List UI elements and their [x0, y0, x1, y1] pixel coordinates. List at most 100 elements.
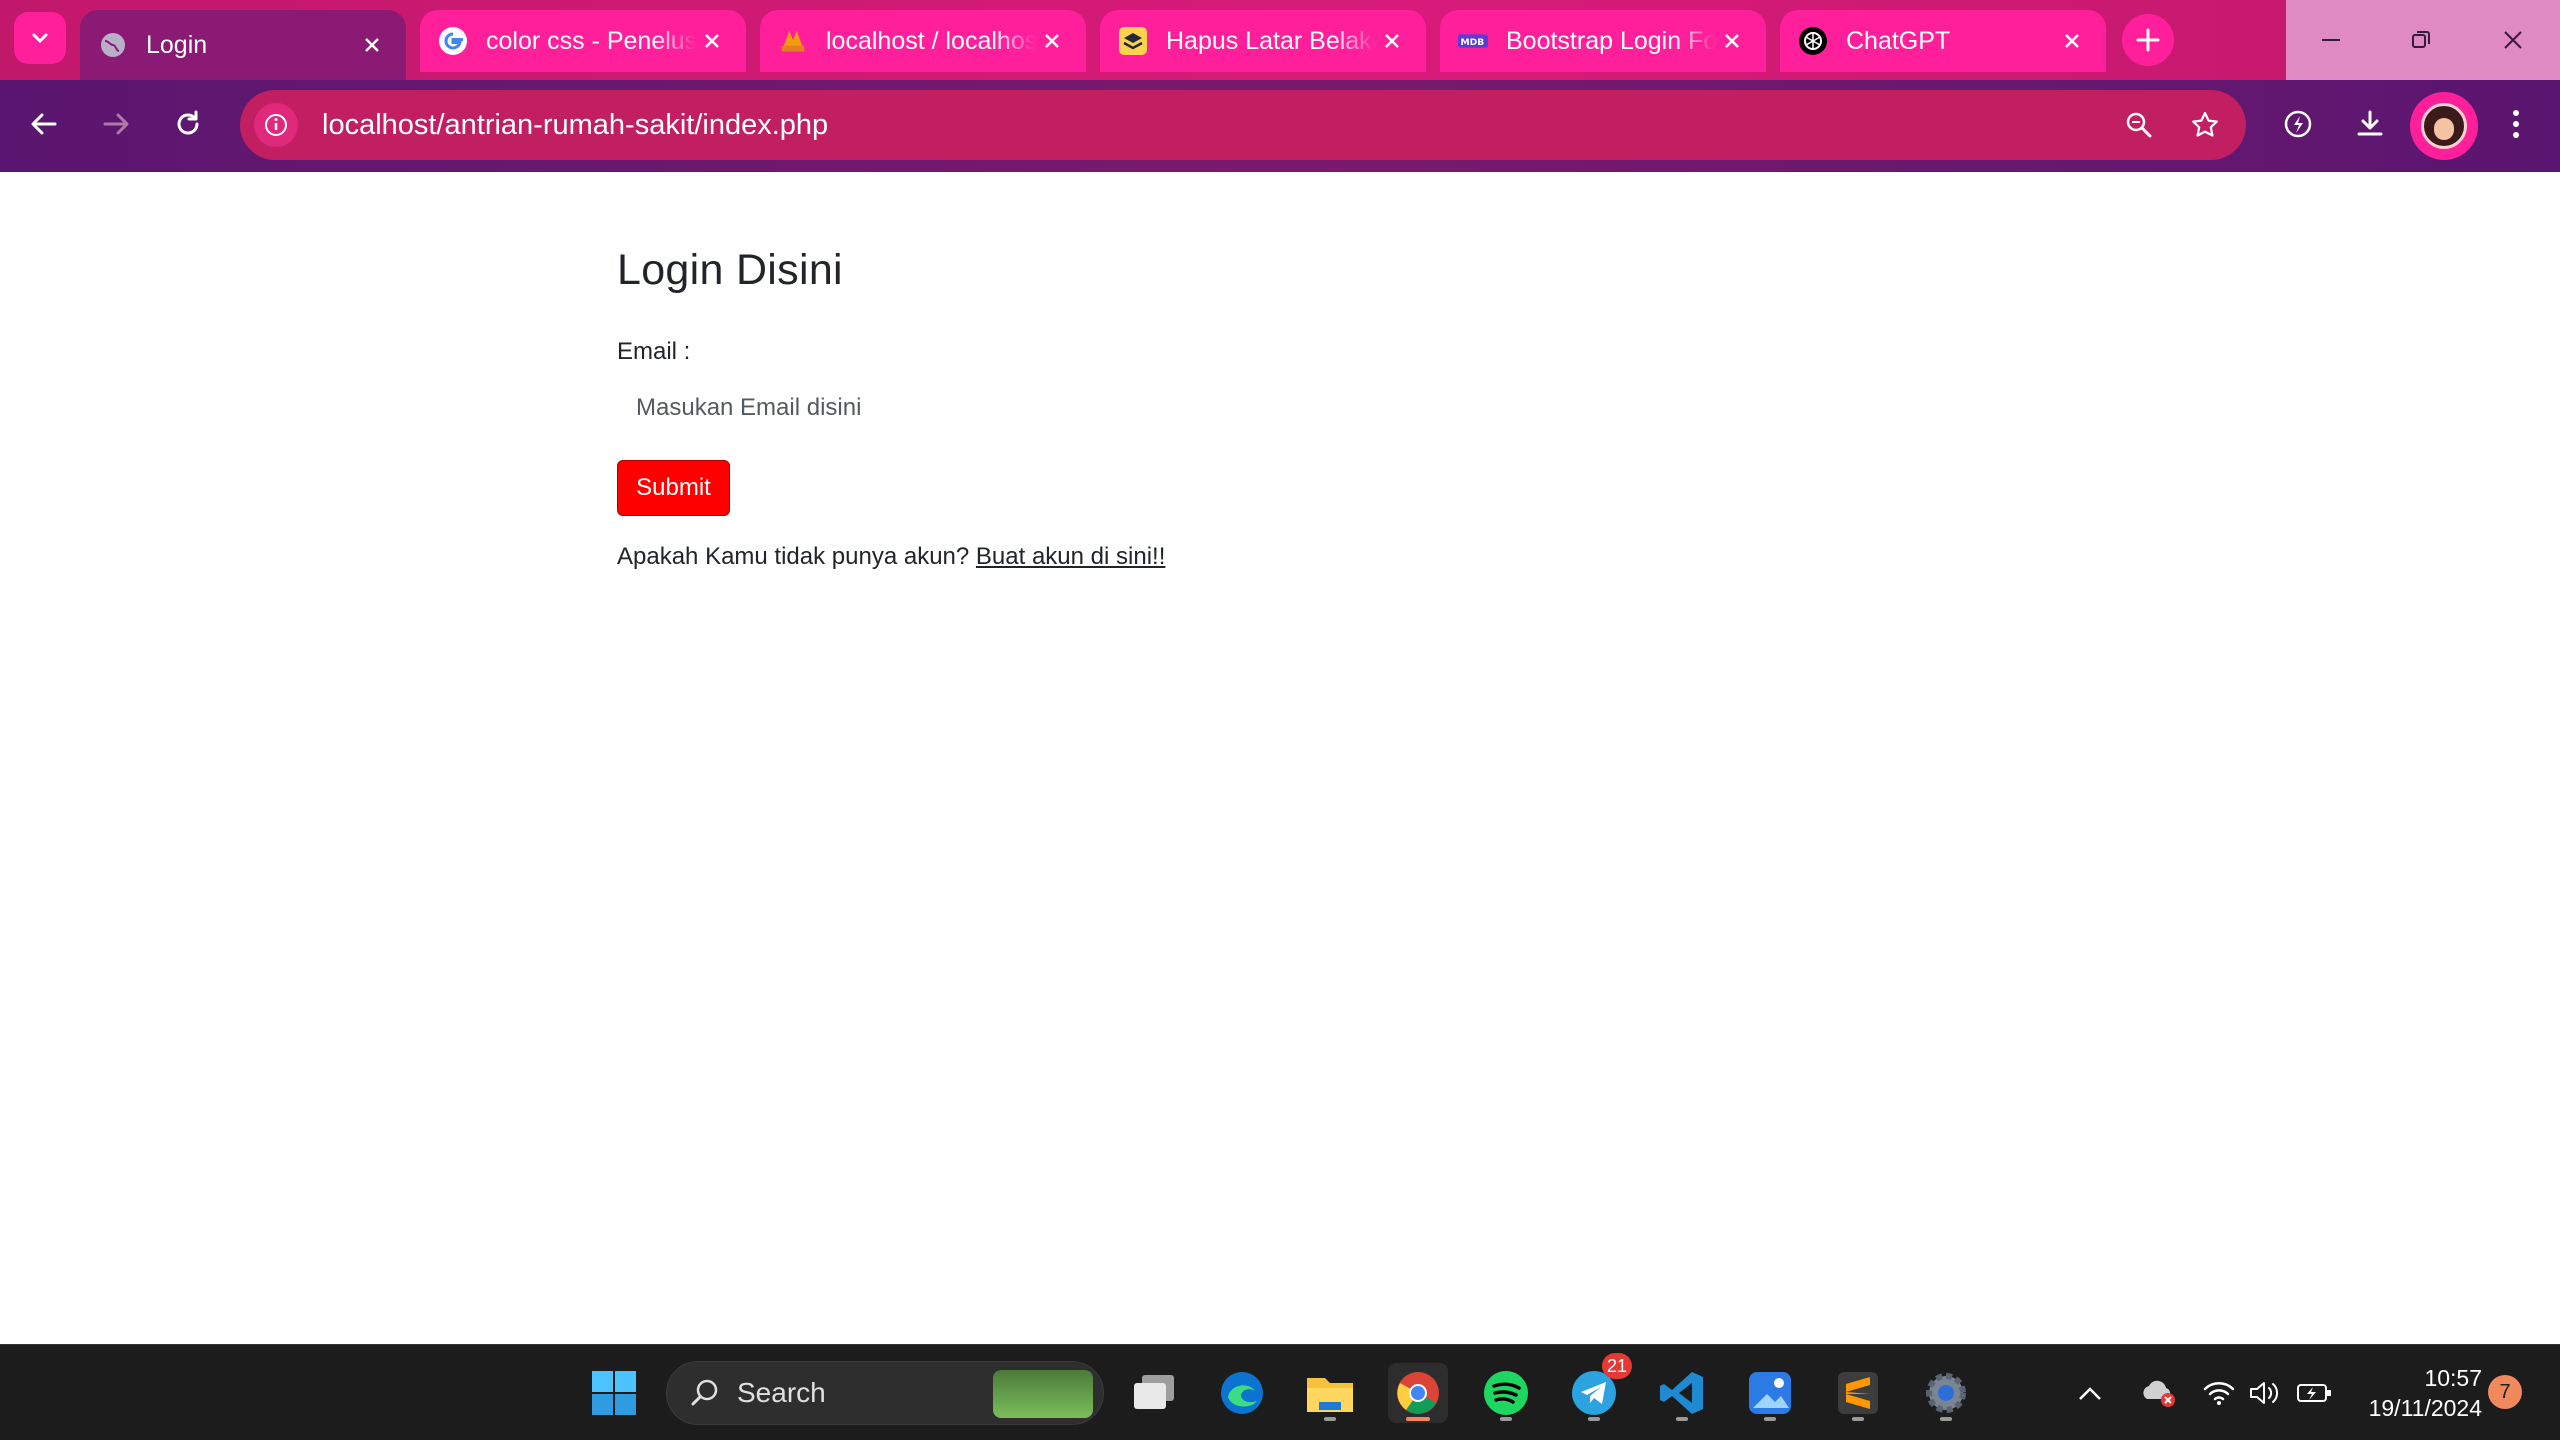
page-title: Login Disini [617, 246, 843, 294]
plus-icon [2136, 28, 2160, 52]
tab-title: color css - Penelusuran Google [486, 26, 696, 55]
close-tab-icon[interactable] [1036, 25, 1068, 57]
zoom-icon[interactable] [2114, 100, 2164, 150]
tab-title: Bootstrap Login Form [1506, 26, 1716, 55]
chevron-up-icon [2079, 1387, 2101, 1400]
tab-chatgpt[interactable]: ChatGPT [1780, 10, 2106, 72]
volume-tray[interactable] [2242, 1365, 2286, 1421]
sublime-text-icon [1838, 1372, 1878, 1414]
restore-icon [2412, 31, 2430, 48]
arrow-left-icon [31, 113, 57, 135]
battery-tray[interactable] [2290, 1365, 2340, 1421]
running-indicator [1764, 1417, 1776, 1421]
clock-time: 10:57 [2424, 1365, 2482, 1391]
email-field[interactable] [617, 376, 1217, 440]
task-view-button[interactable] [1124, 1363, 1184, 1423]
close-tab-icon[interactable] [1376, 25, 1408, 57]
register-link[interactable]: Buat akun di sini!! [976, 543, 1165, 570]
url-text[interactable]: localhost/antrian-rumah-sakit/index.php [322, 109, 2114, 142]
tab-title: Hapus Latar Belakang [1166, 26, 1376, 55]
windows-taskbar: Search 21 10:57 19/11/2024 7 [0, 1344, 2560, 1440]
new-tab-button[interactable] [2122, 14, 2174, 66]
taskbar-vscode[interactable] [1652, 1363, 1712, 1423]
speaker-icon [2250, 1382, 2279, 1404]
avatar-icon [2421, 103, 2467, 149]
taskbar-photos[interactable] [1740, 1363, 1800, 1423]
browser-toolbar: localhost/antrian-rumah-sakit/index.php [0, 80, 2560, 172]
back-button[interactable] [14, 94, 74, 154]
active-indicator [1406, 1417, 1430, 1421]
reload-button[interactable] [158, 94, 218, 154]
globe-icon [98, 30, 128, 60]
submit-button[interactable]: Submit [617, 460, 730, 516]
reload-icon [177, 110, 199, 135]
close-icon [2504, 31, 2522, 49]
tab-remove-background[interactable]: Hapus Latar Belakang [1100, 10, 1426, 72]
start-button[interactable] [584, 1363, 644, 1423]
taskbar-chrome[interactable] [1388, 1363, 1448, 1423]
bookmark-star-icon[interactable] [2180, 100, 2230, 150]
tab-title: ChatGPT [1846, 26, 1951, 55]
taskbar-search[interactable]: Search [666, 1361, 1104, 1425]
taskbar-file-explorer[interactable] [1300, 1363, 1360, 1423]
show-hidden-icons-button[interactable] [2066, 1365, 2114, 1421]
gear-icon [1926, 1373, 1966, 1413]
tab-search-button[interactable] [14, 12, 66, 64]
close-tab-icon[interactable] [696, 25, 728, 57]
restore-button[interactable] [2376, 0, 2466, 80]
site-info-icon[interactable] [254, 103, 298, 147]
tab-title: localhost / localhost / db_antrian [826, 26, 1036, 55]
tab-google-search[interactable]: color css - Penelusuran Google [420, 10, 746, 72]
system-clock[interactable]: 10:57 19/11/2024 [2352, 1363, 2482, 1423]
google-icon [438, 26, 468, 56]
profile-avatar[interactable] [2410, 92, 2478, 160]
downloads-button[interactable] [2340, 94, 2400, 154]
folder-icon [1307, 1378, 1353, 1412]
kebab-menu-icon [2513, 110, 2519, 138]
edge-icon [1221, 1372, 1263, 1414]
email-label: Email : [617, 338, 691, 365]
running-indicator [1940, 1417, 1952, 1421]
task-view-icon [1134, 1375, 1174, 1409]
taskbar-spotify[interactable] [1476, 1363, 1536, 1423]
taskbar-edge[interactable] [1212, 1363, 1272, 1423]
clock-date: 19/11/2024 [2368, 1395, 2482, 1421]
wifi-icon [2203, 1382, 2235, 1405]
notification-center-badge[interactable]: 7 [2488, 1375, 2522, 1409]
close-window-button[interactable] [2466, 0, 2560, 80]
openai-icon [1798, 26, 1828, 56]
vscode-icon [1660, 1372, 1703, 1414]
register-prompt: Apakah Kamu tidak punya akun? Buat akun … [617, 543, 1165, 571]
tab-login[interactable]: Login [80, 10, 406, 80]
spotify-icon [1484, 1371, 1528, 1415]
taskbar-settings[interactable] [1916, 1363, 1976, 1423]
taskbar-sublime-text[interactable] [1828, 1363, 1888, 1423]
notification-badge: 21 [1602, 1353, 1632, 1379]
tab-bootstrap-login[interactable]: MDB Bootstrap Login Form [1440, 10, 1766, 72]
windows-logo-icon [592, 1371, 636, 1415]
search-highlight-image [993, 1370, 1093, 1418]
chevron-down-icon [32, 33, 48, 44]
running-indicator [1588, 1417, 1600, 1421]
minimize-button[interactable] [2286, 0, 2376, 80]
performance-button[interactable] [2268, 94, 2328, 154]
close-tab-icon[interactable] [1716, 25, 1748, 57]
svg-text:MDB: MDB [1461, 37, 1485, 48]
menu-button[interactable] [2486, 94, 2546, 154]
search-icon [691, 1379, 718, 1406]
battery-charging-icon [2297, 1384, 2331, 1402]
energy-saver-icon [2284, 110, 2312, 138]
onedrive-tray[interactable] [2134, 1365, 2184, 1421]
wifi-tray[interactable] [2194, 1365, 2244, 1421]
tab-phpmyadmin[interactable]: localhost / localhost / db_antrian [760, 10, 1086, 72]
chrome-icon [1397, 1372, 1439, 1414]
running-indicator [1676, 1417, 1688, 1421]
download-icon [2357, 110, 2383, 136]
close-tab-icon[interactable] [356, 29, 388, 61]
forward-button[interactable] [86, 94, 146, 154]
close-tab-icon[interactable] [2056, 25, 2088, 57]
taskbar-telegram[interactable]: 21 [1564, 1353, 1632, 1423]
register-prompt-text: Apakah Kamu tidak punya akun? [617, 543, 976, 570]
running-indicator [1324, 1417, 1336, 1421]
address-bar[interactable]: localhost/antrian-rumah-sakit/index.php [240, 90, 2246, 160]
